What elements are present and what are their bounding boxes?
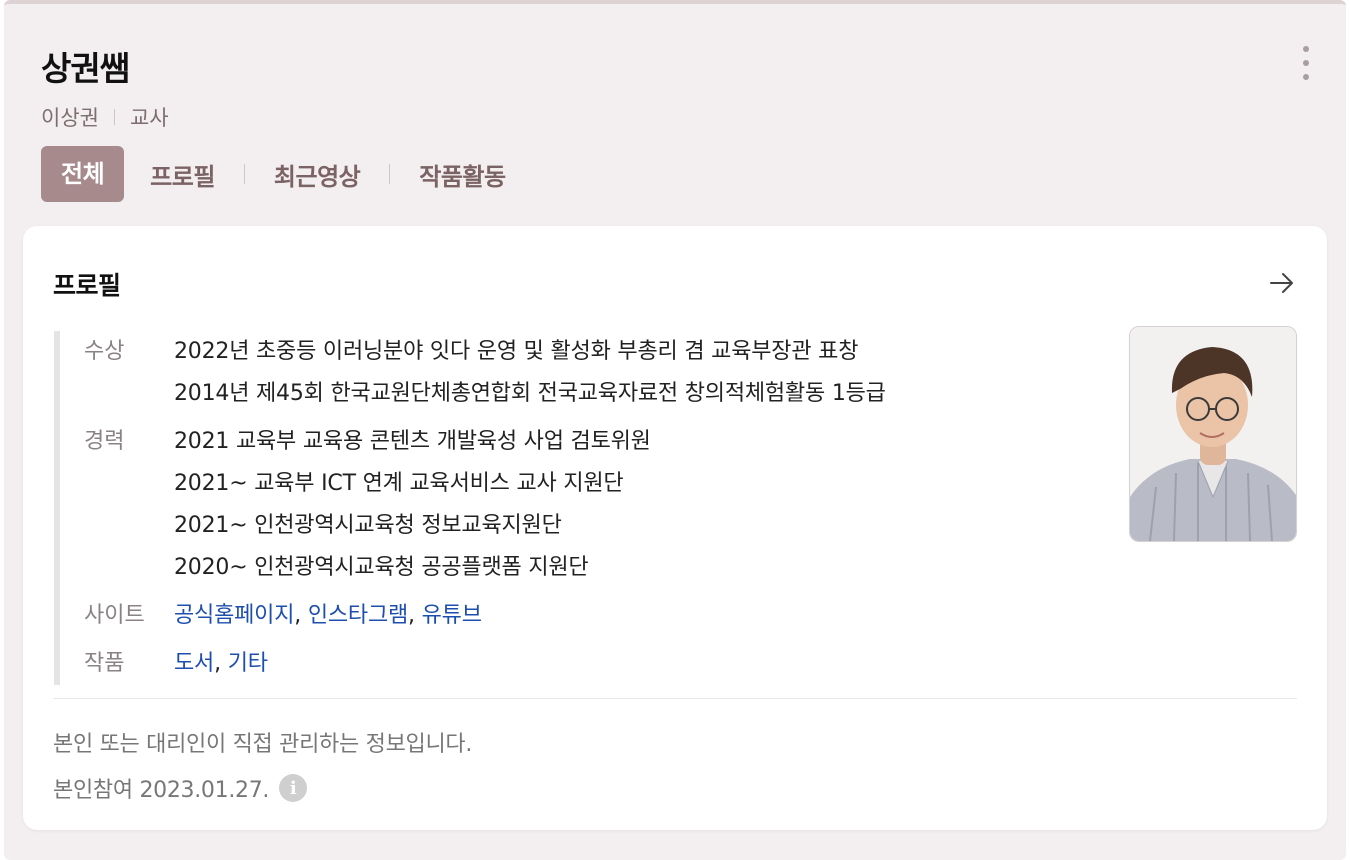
career-label: 경력	[84, 429, 125, 454]
works-label: 작품	[84, 651, 125, 676]
youtube-link[interactable]: 유튜브	[422, 603, 482, 628]
career-row: 경력 2021 교육부 교육용 콘텐츠 개발육성 사업 검토위원 2021~ 교…	[84, 421, 1124, 589]
kebab-dot	[1303, 74, 1309, 80]
tab-works[interactable]: 작품활동	[419, 157, 506, 192]
awards-label: 수상	[84, 339, 125, 364]
career-item: 2021 교육부 교육용 콘텐츠 개발육성 사업 검토위원	[174, 429, 651, 454]
other-works-link[interactable]: 기타	[228, 651, 268, 676]
participation-date: 본인참여 2023.01.27. i	[53, 772, 308, 804]
site-row: 사이트 공식홈페이지, 인스타그램, 유튜브	[84, 595, 1124, 637]
tab-divider	[389, 164, 391, 184]
arrow-right-icon[interactable]	[1267, 268, 1297, 298]
page-title: 상권쌤	[41, 49, 130, 88]
award-item: 2014년 제45회 한국교원단체총연합회 전국교육자료전 창의적체험활동 1등…	[174, 381, 886, 406]
list-separator: ,	[408, 603, 422, 628]
subtitle-divider	[113, 109, 115, 125]
info-icon[interactable]: i	[279, 774, 308, 802]
tab-divider	[243, 164, 245, 184]
site-label: 사이트	[84, 603, 145, 628]
works-row: 작품 도서, 기타	[84, 643, 1124, 685]
list-separator: ,	[214, 651, 228, 676]
career-item: 2021~ 교육부 ICT 연계 교육서비스 교사 지원단	[174, 471, 624, 496]
career-item: 2020~ 인천광역시교육청 공공플랫폼 지원단	[174, 555, 589, 580]
list-separator: ,	[294, 603, 308, 628]
career-item: 2021~ 인천광역시교육청 정보교육지원단	[174, 513, 562, 538]
profile-details: 수상 2022년 초중등 이러닝분야 잇다 운영 및 활성화 부총리 겸 교육부…	[54, 331, 1124, 685]
official-homepage-link[interactable]: 공식홈페이지	[174, 603, 294, 628]
awards-row: 수상 2022년 초중등 이러닝분야 잇다 운영 및 활성화 부총리 겸 교육부…	[84, 331, 1124, 415]
books-link[interactable]: 도서	[174, 651, 214, 676]
participation-text: 본인참여 2023.01.27.	[53, 778, 270, 803]
award-item: 2022년 초중등 이러닝분야 잇다 운영 및 활성화 부총리 겸 교육부장관 …	[174, 339, 859, 364]
instagram-link[interactable]: 인스타그램	[308, 603, 408, 628]
kebab-dot	[1303, 46, 1309, 52]
profile-photo[interactable]	[1129, 326, 1297, 542]
more-vertical-icon[interactable]	[1296, 46, 1316, 80]
person-role: 교사	[129, 106, 169, 130]
divider	[53, 698, 1297, 699]
person-name: 이상권	[41, 106, 99, 130]
card-title[interactable]: 프로필	[53, 266, 121, 302]
tab-recent-videos[interactable]: 최근영상	[274, 157, 361, 192]
tab-profile[interactable]: 프로필	[150, 157, 215, 192]
subtitle: 이상권 교사	[41, 102, 169, 132]
profile-card: 프로필 수상 2022년 초중등 이러닝분야 잇다 운영 및 활성화 부총리 겸…	[23, 226, 1327, 830]
tab-all[interactable]: 전체	[41, 146, 125, 202]
tab-bar: 전체 프로필 최근영상 작품활동	[41, 146, 506, 202]
management-notice: 본인 또는 대리인이 직접 관리하는 정보입니다.	[53, 732, 473, 757]
kebab-dot	[1303, 60, 1309, 66]
profile-panel: 상권쌤 이상권 교사 전체 프로필 최근영상 작품활동 프로필 수상 2022년…	[4, 0, 1346, 860]
